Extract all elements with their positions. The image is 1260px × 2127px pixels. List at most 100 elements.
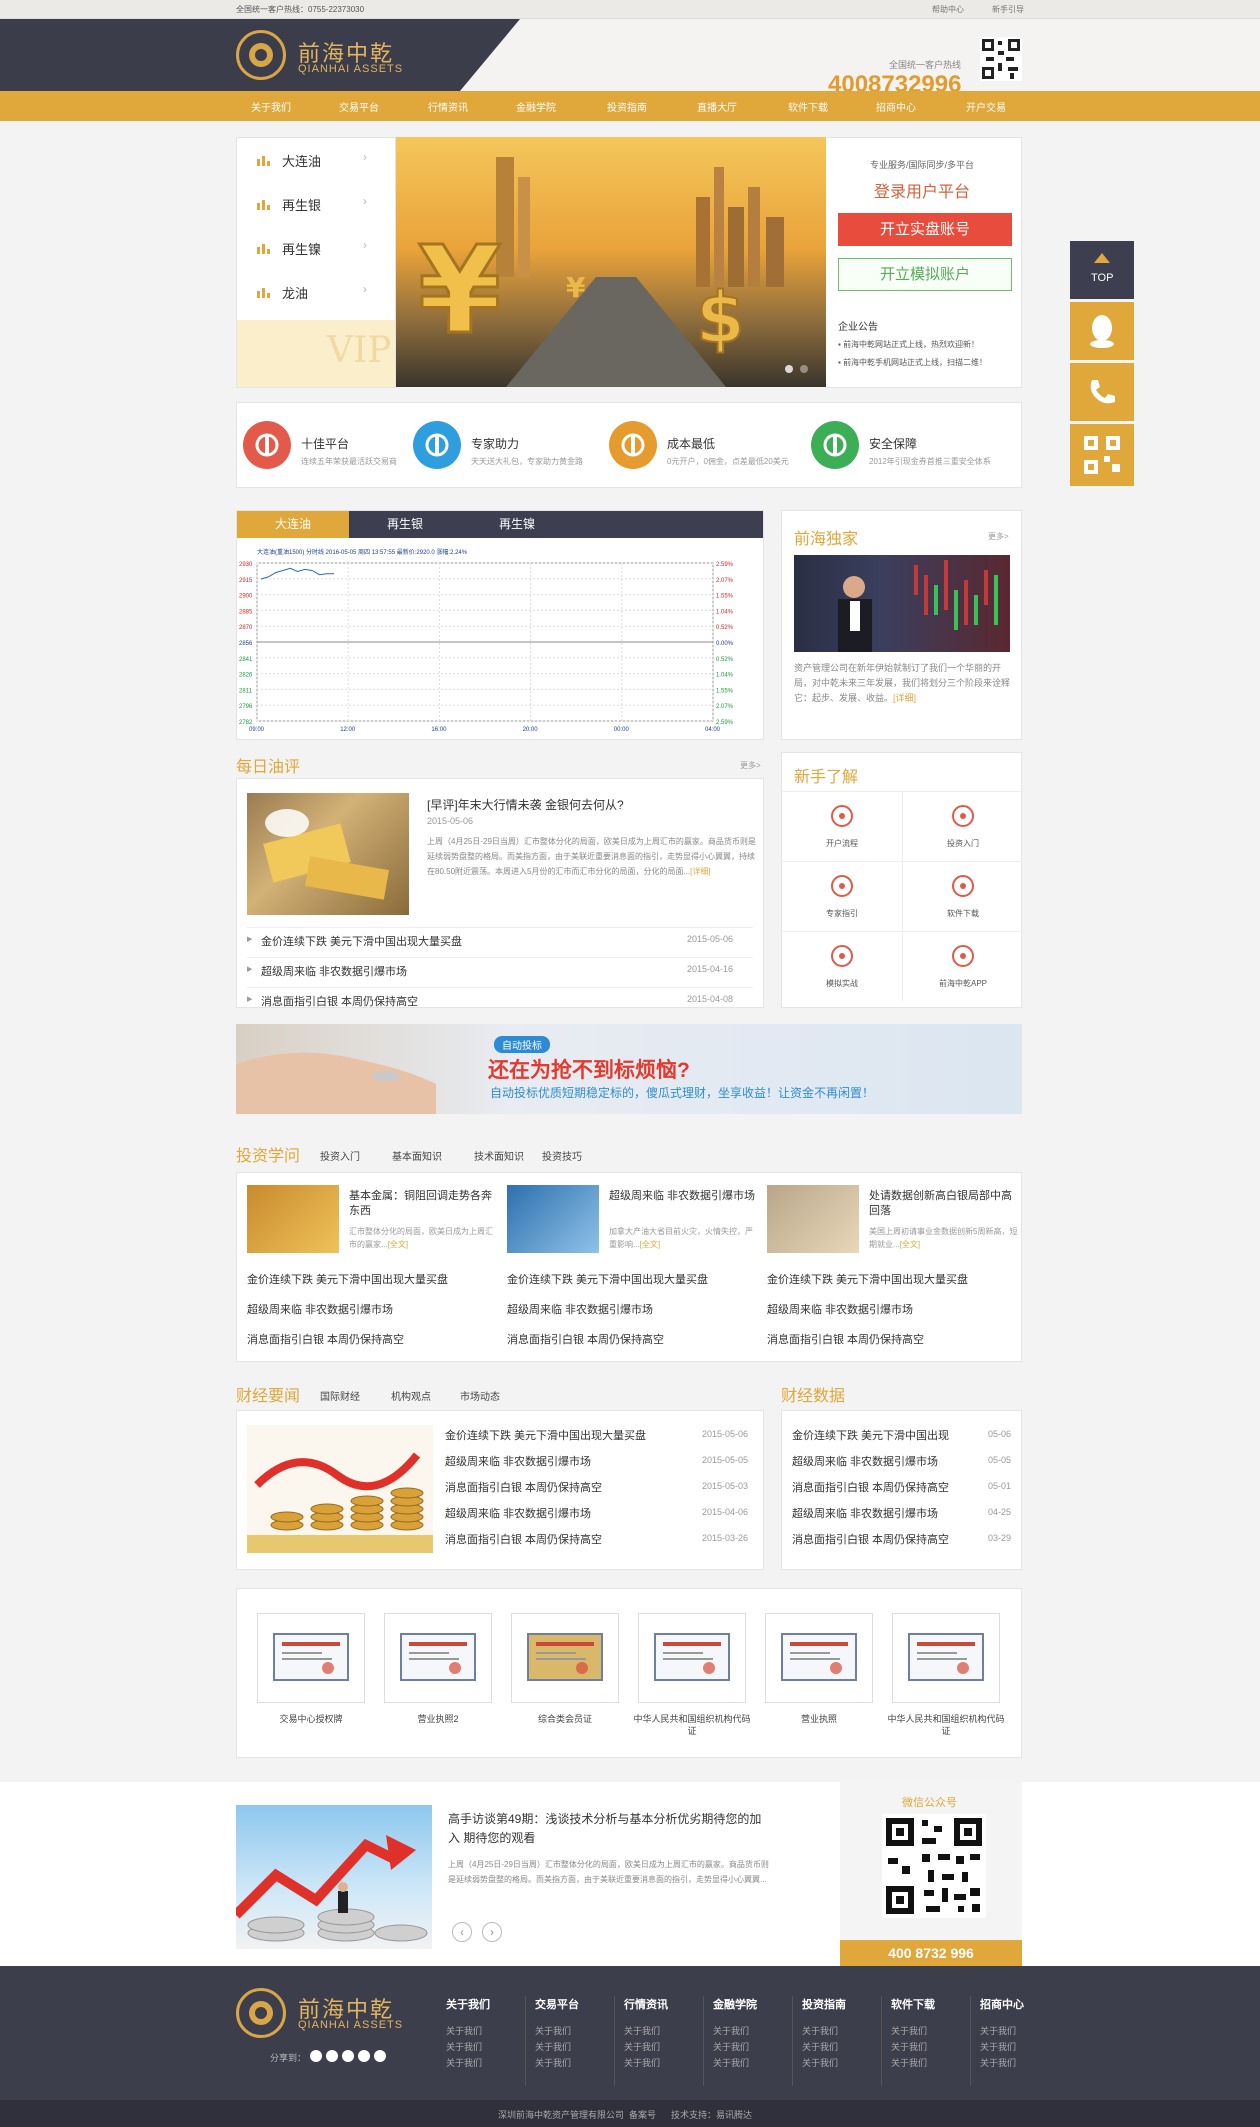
findata-item-title[interactable]: 消息面指引白银 本周仍保持高空 (792, 1531, 949, 1547)
finance-tab[interactable]: 国际财经 (320, 1388, 360, 1403)
learn-tab[interactable]: 技术面知识 (474, 1148, 524, 1163)
footer-link[interactable]: 关于我们 (891, 2024, 927, 2037)
wechat-share-icon[interactable] (358, 2050, 370, 2062)
footer-col-title[interactable]: 软件下载 (891, 1996, 935, 2012)
ad-banner[interactable]: 自动投标 还在为抢不到标烦恼? 自动投标优质短期稳定标的，傻瓜式理财，坐享收益！… (236, 1024, 1022, 1114)
learn-col-link[interactable]: [全文] (388, 1240, 408, 1249)
newbie-item[interactable]: 前海中乾APP (902, 931, 1022, 1001)
footer-col-title[interactable]: 行情资讯 (624, 1996, 668, 2012)
nav-open-account[interactable]: 开户交易 (966, 99, 1006, 114)
footer-link[interactable]: 关于我们 (980, 2040, 1016, 2053)
back-to-top-button[interactable]: TOP (1070, 241, 1134, 299)
nav-market[interactable]: 行情资讯 (428, 99, 468, 114)
footer-link[interactable]: 关于我们 (713, 2056, 749, 2069)
qq-button[interactable] (1070, 302, 1134, 360)
footer-link[interactable]: 关于我们 (713, 2024, 749, 2037)
footer-link[interactable]: 关于我们 (802, 2040, 838, 2053)
certificate-image[interactable] (511, 1613, 619, 1703)
footer-link[interactable]: 关于我们 (624, 2040, 660, 2053)
learn-col-link[interactable]: [全文] (900, 1240, 920, 1249)
tab-silver[interactable]: 再生银 (349, 511, 461, 538)
certificate-image[interactable] (892, 1613, 1000, 1703)
learn-list-item[interactable]: 消息面指引白银 本周仍保持高空 (767, 1331, 924, 1347)
footer-link[interactable]: 关于我们 (446, 2024, 482, 2037)
newbie-item[interactable]: 投资入门 (902, 791, 1022, 861)
daily-list-item[interactable]: ▶ 消息面指引白银 本周仍保持高空 2015-04-08 (247, 993, 753, 1011)
product-item-nickel[interactable]: 再生镍 › (237, 226, 393, 270)
qzone-icon[interactable] (326, 2050, 338, 2062)
footer-link[interactable]: 关于我们 (980, 2024, 1016, 2037)
footer-link[interactable]: 关于我们 (535, 2040, 571, 2053)
learn-tab[interactable]: 基本面知识 (392, 1148, 442, 1163)
daily-image[interactable] (247, 793, 409, 915)
exclusive-more-link[interactable]: 更多> (988, 531, 1009, 542)
daily-lead-title[interactable]: [早评]年末大行情未袭 金银何去何从? (427, 796, 624, 813)
nav-about[interactable]: 关于我们 (251, 99, 291, 114)
daily-item-title[interactable]: 金价连续下跌 美元下滑中国出现大量买盘 (261, 933, 462, 949)
qq-share-icon[interactable] (342, 2050, 354, 2062)
weibo-icon[interactable] (310, 2050, 322, 2062)
findata-item-title[interactable]: 金价连续下跌 美元下滑中国出现 (792, 1427, 949, 1443)
footer-link[interactable]: 关于我们 (980, 2056, 1016, 2069)
finance-item-title[interactable]: 超级周来临 非农数据引爆市场 (445, 1453, 591, 1469)
learn-list-item[interactable]: 超级周来临 非农数据引爆市场 (507, 1301, 653, 1317)
footer-link[interactable]: 关于我们 (891, 2040, 927, 2053)
newbie-item[interactable]: 专家指引 (782, 861, 902, 931)
daily-list-item[interactable]: ▶ 超级周来临 非农数据引爆市场 2015-04-16 (247, 963, 753, 981)
certificate-image[interactable] (638, 1613, 746, 1703)
daily-more-link[interactable]: 更多> (740, 760, 761, 771)
product-item-silver[interactable]: 再生银 › (237, 182, 393, 226)
learn-image[interactable] (767, 1185, 859, 1253)
newbie-item[interactable]: 模拟实战 (782, 931, 902, 1001)
qr-button[interactable] (1070, 424, 1134, 486)
learn-col-title[interactable]: 处请数据创新高白银局部中高回落 (869, 1189, 1019, 1219)
login-title[interactable]: 登录用户平台 (874, 178, 970, 202)
nav-live[interactable]: 直播大厅 (697, 99, 737, 114)
footer-link[interactable]: 关于我们 (446, 2056, 482, 2069)
footer-link[interactable]: 关于我们 (624, 2024, 660, 2037)
phone-button[interactable] (1070, 363, 1134, 421)
footer-link[interactable]: 关于我们 (624, 2056, 660, 2069)
finance-tab[interactable]: 市场动态 (460, 1388, 500, 1403)
certificate-image[interactable] (765, 1613, 873, 1703)
footer-link[interactable]: 关于我们 (446, 2040, 482, 2053)
findata-item-title[interactable]: 超级周来临 非农数据引爆市场 (792, 1453, 938, 1469)
certificate-image[interactable] (257, 1613, 365, 1703)
interview-image[interactable] (236, 1805, 432, 1949)
certificate-image[interactable] (384, 1613, 492, 1703)
next-arrow-icon[interactable]: › (482, 1922, 502, 1942)
learn-image[interactable] (507, 1185, 599, 1253)
learn-col-title[interactable]: 基本金属：铜阻回调走势各奔东西 (349, 1189, 499, 1219)
finance-item-title[interactable]: 金价连续下跌 美元下滑中国出现大量买盘 (445, 1427, 646, 1443)
notice-item[interactable]: ▪ 前海中乾手机网站正式上线，扫描二维！ (838, 357, 987, 368)
findata-item-title[interactable]: 消息面指引白银 本周仍保持高空 (792, 1479, 949, 1495)
daily-item-title[interactable]: 超级周来临 非农数据引爆市场 (261, 963, 407, 979)
exclusive-image[interactable] (794, 555, 1010, 652)
footer-col-title[interactable]: 投资指南 (802, 1996, 846, 2012)
footer-col-title[interactable]: 交易平台 (535, 1996, 579, 2012)
hero-banner[interactable]: ¥ $ ¥ (396, 137, 826, 387)
learn-list-item[interactable]: 金价连续下跌 美元下滑中国出现大量买盘 (247, 1271, 448, 1287)
more-share-icon[interactable] (374, 2050, 386, 2062)
newbie-item[interactable]: 软件下载 (902, 861, 1022, 931)
footer-col-title[interactable]: 金融学院 (713, 1996, 757, 2012)
learn-image[interactable] (247, 1185, 339, 1253)
footer-link[interactable]: 关于我们 (802, 2024, 838, 2037)
tab-nickel[interactable]: 再生镍 (461, 511, 573, 538)
newbie-item[interactable]: 开户流程 (782, 791, 902, 861)
daily-item-title[interactable]: 消息面指引白银 本周仍保持高空 (261, 993, 418, 1009)
footer-col-title[interactable]: 招商中心 (980, 1996, 1024, 2012)
learn-list-item[interactable]: 金价连续下跌 美元下滑中国出现大量买盘 (767, 1271, 968, 1287)
footer-link[interactable]: 关于我们 (535, 2056, 571, 2069)
nav-download[interactable]: 软件下载 (788, 99, 828, 114)
notice-item[interactable]: ▪ 前海中乾网站正式上线，热烈欢迎新！ (838, 339, 979, 350)
learn-col-link[interactable]: [全文] (640, 1240, 660, 1249)
findata-item-title[interactable]: 超级周来临 非农数据引爆市场 (792, 1505, 938, 1521)
footer-link[interactable]: 关于我们 (713, 2040, 749, 2053)
finance-image[interactable] (247, 1425, 433, 1553)
product-item-dalian-oil[interactable]: 大连油 › (237, 138, 393, 182)
footer-link[interactable]: 关于我们 (802, 2056, 838, 2069)
guide-link[interactable]: 新手引导 (992, 4, 1024, 15)
daily-list-item[interactable]: ▶ 金价连续下跌 美元下滑中国出现大量买盘 2015-05-06 (247, 933, 753, 951)
logo-icon[interactable] (236, 30, 286, 80)
